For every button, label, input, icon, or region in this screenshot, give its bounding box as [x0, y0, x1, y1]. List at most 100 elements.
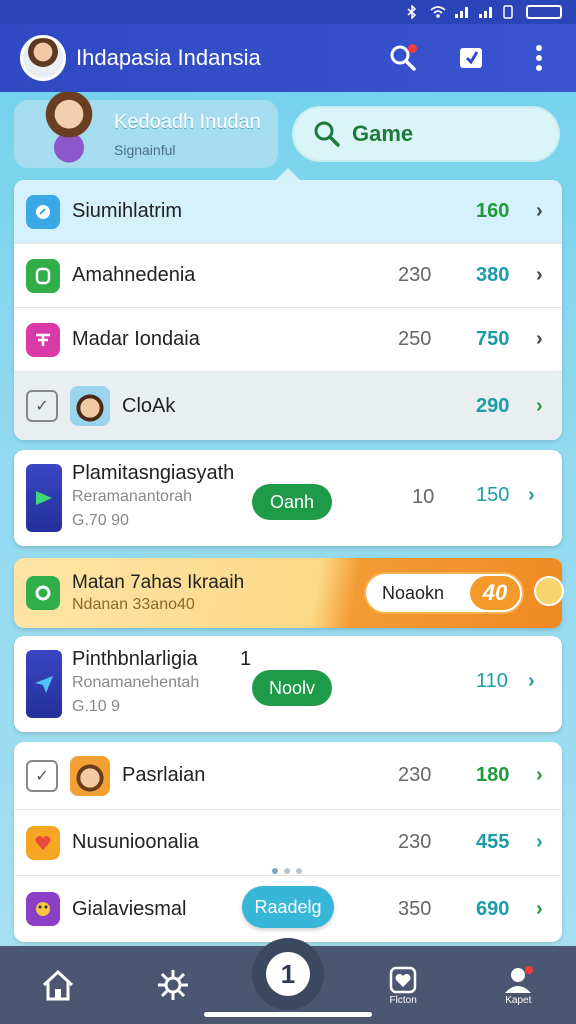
featured-subtitle: Ronamanehentah: [72, 674, 200, 691]
list-item-count: 230: [398, 264, 432, 286]
featured-score: 110: [476, 670, 508, 692]
nav-profile-label: Kapet: [505, 994, 532, 1006]
list-item-name: Siumihlatrim: [72, 200, 183, 222]
chat-icon: [26, 194, 60, 229]
featured-title: Pinthbnlarligia: [72, 648, 198, 670]
action-button[interactable]: Noolv: [252, 670, 332, 706]
list-item-count: 350: [398, 897, 432, 920]
chevron-right-icon[interactable]: ›: [536, 200, 543, 223]
notification-dot: [408, 44, 417, 53]
grid-icon: [26, 322, 60, 357]
chevron-right-icon[interactable]: ›: [536, 764, 543, 787]
list-item-name: Gialaviesmal: [72, 897, 187, 920]
chevron-right-icon[interactable]: ›: [536, 264, 543, 287]
list-item[interactable]: ✓ CloAk 290 ›: [14, 372, 562, 440]
nav-settings[interactable]: [133, 946, 213, 1024]
share-icon: [460, 48, 482, 68]
list-item-score: 290: [476, 394, 510, 417]
featured-title-suffix: 1: [240, 648, 252, 670]
heart-box-icon: [389, 966, 417, 993]
shield-icon: [26, 258, 60, 293]
promo-subtitle: Ndanan 33ano40: [72, 596, 195, 613]
featured-meta: G.70 90: [72, 512, 129, 529]
game-search-button[interactable]: Game: [292, 106, 560, 162]
page-dot: [272, 868, 278, 874]
promo-count-badge: 40: [468, 574, 522, 612]
list-item-name: CloAk: [122, 394, 176, 417]
page-indicator: [272, 868, 302, 874]
floating-action-button[interactable]: Raadelg: [242, 886, 334, 928]
page-dot: [296, 868, 302, 874]
action-button[interactable]: Oanh: [252, 484, 332, 520]
game-icon: [26, 892, 60, 926]
featured-count: 10: [412, 486, 435, 508]
chevron-right-icon[interactable]: ›: [528, 670, 535, 693]
more-vertical-icon: [536, 45, 542, 71]
featured-item[interactable]: Plamitasngiasyath Reramanantorah G.70 90…: [14, 450, 562, 546]
app-title: Ihdapasia Indansia: [76, 45, 261, 70]
character-icon: [70, 755, 110, 796]
list-item-score: 455: [476, 831, 510, 853]
list-item[interactable]: Madar Iondaia 250 750 ›: [14, 308, 562, 372]
list-item-count: 230: [398, 831, 432, 853]
chevron-right-icon[interactable]: ›: [536, 395, 543, 418]
chevron-right-icon[interactable]: ›: [536, 328, 543, 351]
list-item-score: 160: [476, 200, 510, 222]
profile-card[interactable]: Kedoadh Inudan Signainful: [14, 92, 278, 168]
app-thumbnail: [26, 464, 62, 532]
featured-score: 150: [476, 484, 510, 506]
status-bar: [0, 0, 576, 24]
chevron-right-icon[interactable]: ›: [536, 831, 543, 854]
list-item-name: Nusunioonalia: [72, 831, 199, 853]
home-icon: [42, 969, 73, 1001]
game-button-label: Game: [352, 121, 414, 146]
center-nav-button[interactable]: 1: [252, 938, 324, 1010]
checkbox-icon[interactable]: ✓: [26, 390, 58, 422]
list-item[interactable]: Siumihlatrim 160 ›: [14, 180, 562, 244]
signal-icon: [454, 5, 470, 19]
gear-icon: [157, 970, 188, 1000]
search-button[interactable]: [386, 41, 420, 75]
list-item-name: Pasrlaian: [122, 764, 206, 786]
profile-name: Kedoadh Inudan: [114, 110, 261, 133]
nav-item-4-label: Flcton: [389, 994, 417, 1006]
featured-title: Plamitasngiasyath: [72, 462, 235, 484]
promo-action-label: Noaokn: [382, 582, 445, 603]
list-item-count: 230: [398, 764, 432, 786]
list-item-score: 690: [476, 897, 510, 920]
refresh-icon: [26, 576, 60, 610]
featured-meta: G.10 9: [72, 698, 121, 715]
character-avatar: [32, 92, 106, 166]
promo-banner[interactable]: Matan 7ahas Ikraaih Ndanan 33ano40 Noaok…: [14, 558, 564, 628]
chevron-right-icon[interactable]: ›: [528, 484, 535, 507]
signal-icon-2: [478, 5, 494, 19]
list-item[interactable]: ✓ Pasrlaian 230 180 ›: [14, 742, 562, 810]
list-item-name: Madar Iondaia: [72, 328, 200, 350]
avatar[interactable]: [20, 35, 66, 81]
chevron-right-icon[interactable]: ›: [536, 898, 543, 921]
checkbox-icon[interactable]: ✓: [26, 759, 58, 792]
list-item-count: 250: [398, 328, 432, 350]
heart-icon: [26, 825, 60, 860]
list-item[interactable]: Nusunioonalia 230 455 ›: [14, 810, 562, 876]
nav-home[interactable]: [18, 946, 98, 1024]
featured-item[interactable]: Pinthbnlarligia 1 Ronamanehentah G.10 9 …: [14, 636, 562, 732]
nav-profile[interactable]: Kapet: [478, 946, 558, 1024]
bluetooth-icon: [406, 4, 422, 20]
character-icon: [70, 386, 110, 426]
nav-item-4[interactable]: Flcton: [363, 946, 443, 1024]
list-item-score: 750: [476, 328, 510, 350]
list-item-score: 380: [476, 264, 510, 286]
top-list: Siumihlatrim 160 › Amahnedenia 230 380 ›…: [14, 180, 562, 440]
list-item[interactable]: Amahnedenia 230 380 ›: [14, 244, 562, 308]
wifi-icon: [430, 5, 446, 19]
list-item-score: 180: [476, 764, 510, 786]
featured-subtitle: Reramanantorah: [72, 488, 193, 505]
smiley-icon: [534, 576, 564, 606]
user-icon: [505, 965, 534, 993]
profile-subtitle: Signainful: [114, 141, 176, 158]
share-button[interactable]: [454, 41, 488, 75]
more-menu-button[interactable]: [522, 41, 556, 75]
battery-icon: [526, 5, 562, 19]
center-nav-label: 1: [266, 952, 310, 996]
